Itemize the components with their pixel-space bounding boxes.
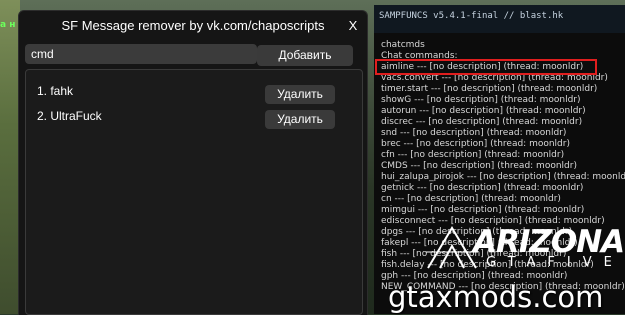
console-line: chatcmds bbox=[381, 40, 425, 50]
console-line: cn --- [no description] (thread: moonldr… bbox=[381, 194, 561, 204]
highlight-box bbox=[375, 59, 597, 75]
message-remover-window: SF Message remover by vk.com/chaposcript… bbox=[18, 10, 368, 315]
console-line: CMDS --- [no description] (thread: moonl… bbox=[381, 161, 577, 171]
list-item-label: 2. UltraFuck bbox=[37, 109, 102, 123]
site-watermark: gtaxmods.com bbox=[388, 280, 604, 314]
console-line: hui_zalupa_pirojok --- [no description] … bbox=[381, 172, 625, 182]
console-line: snd --- [no description] (thread: moonld… bbox=[381, 128, 567, 138]
arizona-subtitle: GTAFIVE bbox=[486, 255, 624, 270]
list-item-label: 1. fahk bbox=[37, 84, 74, 98]
messages-list: 1. fahk Удалить 2. UltraFuck Удалить bbox=[25, 69, 363, 315]
console-line: autorun --- [no description] (thread: mo… bbox=[381, 106, 586, 116]
console-header: SAMPFUNCS v5.4.1-final // blast.hk bbox=[374, 5, 625, 33]
console-line: mimgui --- [no description] (thread: moo… bbox=[381, 205, 585, 215]
console-line: brec --- [no description] (thread: moonl… bbox=[381, 139, 570, 149]
command-input[interactable] bbox=[25, 44, 257, 64]
console-line: cfn --- [no description] (thread: moonld… bbox=[381, 150, 565, 160]
console-line: showG --- [no description] (thread: moon… bbox=[381, 95, 581, 105]
console-line: discrec --- [no description] (thread: mo… bbox=[381, 117, 583, 127]
console-line: getnick --- [no description] (thread: mo… bbox=[381, 183, 584, 193]
delete-button-2[interactable]: Удалить bbox=[265, 110, 335, 129]
console-line: timer.start --- [no description] (thread… bbox=[381, 84, 598, 94]
delete-button-1[interactable]: Удалить bbox=[265, 85, 335, 104]
game-scene-left bbox=[0, 0, 20, 314]
window-title: SF Message remover by vk.com/chaposcript… bbox=[61, 18, 325, 33]
game-chat-fragment: а н bbox=[0, 20, 16, 30]
console-title: SAMPFUNCS v5.4.1-final // blast.hk bbox=[379, 11, 564, 21]
close-button[interactable]: X bbox=[344, 16, 362, 36]
add-button[interactable]: Добавить bbox=[257, 45, 353, 66]
